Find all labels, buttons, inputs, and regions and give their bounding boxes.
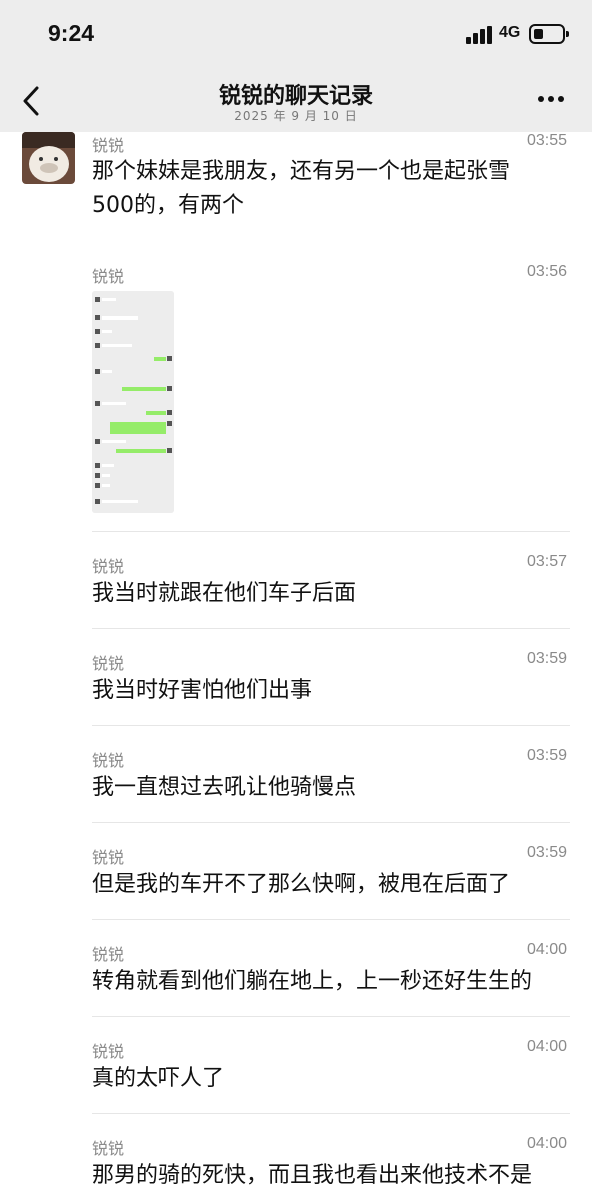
divider: [92, 822, 570, 823]
nav-bar: 锐锐的聊天记录 2025 年 9 月 10 日: [0, 70, 592, 132]
message-item: 锐锐 03:59 但是我的车开不了那么快啊，被甩在后面了: [92, 844, 570, 904]
message-sender: 锐锐: [92, 1139, 125, 1158]
message-text: 我一直想过去吼让他骑慢点: [92, 775, 357, 800]
avatar-image: [22, 132, 75, 184]
page-title: 锐锐的聊天记录: [218, 84, 373, 109]
message-text: 转角就看到他们躺在地上，上一秒还好生生的: [92, 969, 533, 994]
message-text: 但是我的车开不了那么快啊，被甩在后面了: [92, 872, 511, 897]
message-item: 锐锐 04:00 真的太吓人了: [92, 1038, 570, 1098]
battery-icon: [529, 24, 569, 44]
divider: [92, 628, 570, 629]
message-item: 锐锐 03:59 我一直想过去吼让他骑慢点: [92, 747, 570, 807]
message-sender: 锐锐: [92, 945, 125, 964]
message-text: 500的，有两个: [92, 193, 244, 218]
message-item: 锐锐 03:55 那个妹妹是我朋友，还有另一个也是起张雪 500的，有两个: [92, 132, 570, 227]
divider: [92, 919, 570, 920]
message-sender: 锐锐: [92, 654, 125, 673]
message-time: 03:59: [526, 844, 567, 861]
signal-strength-icon: [466, 26, 494, 44]
status-bar: 9:24 4G: [0, 0, 592, 70]
message-time: 03:57: [526, 553, 567, 570]
page-subtitle-date: 2025 年 9 月 10 日: [234, 109, 358, 123]
message-time: 04:00: [526, 941, 567, 958]
more-dots-icon: [538, 96, 544, 102]
message-sender: 锐锐: [92, 1042, 125, 1061]
message-time: 03:59: [526, 650, 567, 667]
avatar[interactable]: [22, 132, 75, 184]
message-sender: 锐锐: [92, 557, 125, 576]
message-sender: 锐锐: [92, 267, 125, 286]
divider: [92, 1113, 570, 1114]
message-text: 那个妹妹是我朋友，还有另一个也是起张雪: [92, 159, 511, 184]
message-item: 锐锐 03:57 我当时就跟在他们车子后面: [92, 553, 570, 613]
divider: [92, 531, 570, 532]
chat-screenshot-thumbnail[interactable]: [92, 291, 174, 513]
message-item: 锐锐 04:00 转角就看到他们躺在地上，上一秒还好生生的: [92, 941, 570, 1001]
status-time: 9:24: [48, 20, 95, 46]
message-item: 锐锐 03:56: [92, 263, 570, 518]
message-text: 真的太吓人了: [92, 1066, 225, 1091]
divider: [92, 725, 570, 726]
message-sender: 锐锐: [92, 136, 125, 155]
message-sender: 锐锐: [92, 848, 125, 867]
message-sender: 锐锐: [92, 751, 125, 770]
message-time: 03:56: [526, 263, 567, 280]
message-item: 锐锐 04:00 那男的骑的死快，而且我也看出来他技术不是: [92, 1135, 570, 1190]
message-time: 04:00: [526, 1038, 567, 1055]
message-item: 锐锐 03:59 我当时好害怕他们出事: [92, 650, 570, 710]
message-time: 03:55: [526, 132, 567, 149]
chat-screenshot-image: [92, 291, 174, 513]
message-time: 04:00: [526, 1135, 567, 1152]
network-type: 4G: [499, 24, 521, 41]
divider: [92, 1016, 570, 1017]
message-text: 我当时就跟在他们车子后面: [92, 581, 357, 606]
message-text: 我当时好害怕他们出事: [92, 678, 313, 703]
more-options-button[interactable]: [536, 96, 566, 104]
message-time: 03:59: [526, 747, 567, 764]
message-text: 那男的骑的死快，而且我也看出来他技术不是: [92, 1163, 533, 1188]
